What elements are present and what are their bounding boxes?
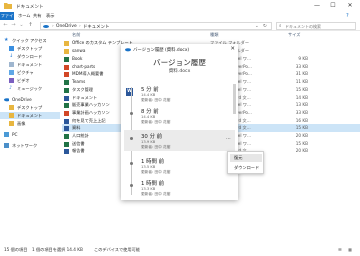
tab-file[interactable]: ファイル [0,12,14,26]
timeline-dot [130,162,133,165]
word-file-icon [64,95,69,101]
version-item[interactable]: 1 時間 前 13.5 KB 更新者: 田中 花樹 [124,155,235,176]
timeline-dot [130,112,133,115]
more-options-icon[interactable]: ⋯ [226,136,231,142]
excel-file-icon [64,102,69,108]
restore-menu-item[interactable]: 復元 [230,154,262,162]
powerpoint-file-icon [64,64,69,70]
tiles-view-icon[interactable]: ▦ [348,247,352,252]
nav-onedrive-images[interactable]: 画像 [0,120,60,127]
help-icon[interactable]: ? [346,13,349,19]
details-view-icon[interactable]: ☰ [338,247,342,252]
nav-network[interactable]: ネットワーク [0,142,60,149]
timeline-dot [130,137,133,140]
address-bar[interactable]: › OneDrive › ドキュメント ⌄ ↻ [40,21,272,30]
column-header-size[interactable]: サイズ [288,32,300,38]
maximize-button[interactable]: ☐ [326,2,340,10]
minimize-button[interactable]: — [310,2,324,10]
status-bar: 15 個の項目 1 個の項目を選択 14.4 KB このデバイスで使用可能 ☰ … [0,244,360,256]
folder-icon [64,40,69,46]
excel-file-icon [64,79,69,85]
folder-icon [64,48,69,54]
folder-icon [9,105,14,110]
powerpoint-file-icon [64,110,69,116]
star-icon: ★ [4,37,9,43]
search-input[interactable] [285,23,357,29]
tab-view[interactable]: 表示 [46,12,54,20]
breadcrumb-documents[interactable]: ドキュメント [83,24,109,30]
tab-home[interactable]: ホーム [18,12,30,20]
version-item[interactable]: 1 時間 前 13.3 KB 更新者: 田中 花樹 [124,177,235,198]
picture-icon [9,70,14,75]
title-bar: ドキュメント — ☐ ✕ [0,0,360,12]
up-arrow-icon[interactable]: ↑ [27,22,34,29]
powerpoint-file-icon [64,71,69,77]
status-availability: このデバイスで使用可能 [94,247,140,252]
search-box[interactable]: ⌕ [276,21,357,30]
navigation-pane: ★ クイック アクセス デスクトップ ↓ ダウンロード ドキュメント ピクチャ … [0,32,60,244]
dialog-filename: 資料.docx [168,69,191,74]
folder-icon [4,3,12,9]
nav-quick-access[interactable]: ★ クイック アクセス [0,37,60,44]
nav-onedrive[interactable]: OneDrive [0,96,60,103]
nav-pc[interactable]: PC [0,131,60,138]
folder-icon [9,113,14,118]
excel-file-icon [64,56,69,62]
refresh-icon[interactable]: ↻ [263,24,267,29]
cloud-icon [43,25,49,28]
column-header-name[interactable]: 名前 [72,32,80,38]
back-arrow-icon[interactable]: ← [2,22,9,29]
version-item[interactable]: 5 分 前 14.4 KB 更新者: 田中 花樹 [124,83,235,104]
nav-onedrive-desktop[interactable]: デスクトップ [0,104,60,111]
cloud-icon [125,48,131,52]
nav-music[interactable]: ♪ ミュージック [0,85,60,92]
forward-arrow-icon[interactable]: → [10,22,17,29]
column-header-type[interactable]: 種類 [210,32,218,38]
close-button[interactable]: ✕ [343,2,357,10]
status-selection: 1 個の項目を選択 14.4 KB [32,247,83,252]
desktop-icon [9,46,14,51]
video-icon [9,78,14,83]
dropdown-chevron-icon[interactable]: ⌄ [255,24,259,29]
excel-file-icon [64,133,69,139]
word-file-icon [64,118,69,124]
recent-chevron-icon[interactable]: ⌄ [18,22,25,29]
nav-pictures[interactable]: ピクチャ [0,69,60,76]
download-menu-item[interactable]: ダウンロード [230,164,262,172]
dialog-title: バージョン履歴 (資料.docx) [133,48,190,53]
version-context-menu: 復元 ダウンロード [227,151,264,174]
dialog-close-button[interactable]: ✕ [230,46,235,52]
music-icon: ♪ [9,85,13,91]
nav-documents[interactable]: ドキュメント [0,61,60,68]
download-icon: ↓ [9,53,14,59]
version-history-dialog: バージョン履歴 (資料.docx) ✕ バージョン履歴 資料.docx W 5 … [121,44,238,200]
word-file-icon [64,125,69,131]
network-icon [4,143,9,148]
version-item[interactable]: 30 分 前 13.9 KB 更新者: 田中 花樹 ⋯ [124,130,235,151]
nav-onedrive-documents[interactable]: ドキュメント [0,112,60,119]
address-toolbar: ← → ⌄ ↑ › OneDrive › ドキュメント ⌄ ↻ ⌕ [0,20,360,31]
word-file-icon [64,148,69,154]
document-icon [9,62,14,67]
excel-file-icon [64,141,69,147]
timeline-dot [130,184,133,187]
pc-icon [4,132,9,137]
folder-icon [9,121,14,126]
tab-share[interactable]: 共有 [33,12,41,20]
ribbon-tabs: ファイル ホーム 共有 表示 ? [0,12,360,26]
excel-file-icon [64,87,69,93]
nav-videos[interactable]: ビデオ [0,77,60,84]
dialog-heading: バージョン履歴 [152,58,206,67]
status-item-count: 15 個の項目 [4,247,28,252]
breadcrumb-onedrive[interactable]: OneDrive [56,24,77,29]
nav-desktop[interactable]: デスクトップ [0,45,60,52]
cloud-icon [4,98,9,102]
window-title: ドキュメント [16,4,44,10]
nav-downloads[interactable]: ↓ ダウンロード [0,53,60,60]
search-icon: ⌕ [279,24,282,29]
version-item[interactable]: 8 分 前 14.4 KB 更新者: 田中 花樹 [124,105,235,126]
